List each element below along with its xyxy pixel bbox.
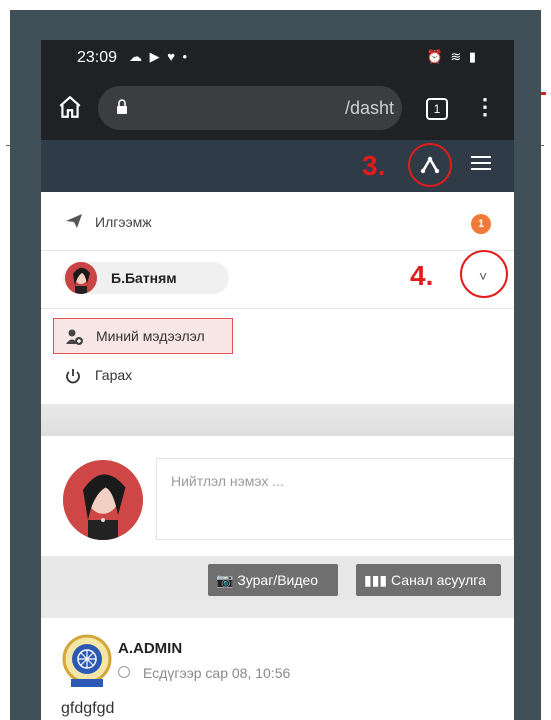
post-placeholder: Нийтлэл нэмэх ... xyxy=(171,473,284,489)
lock-icon xyxy=(117,99,127,114)
menu-item-profile[interactable]: Миний мэдээлэл xyxy=(41,318,514,354)
composer-actions: 📷 Зураг/Видео ▮▮▮ Санал асуулга xyxy=(41,556,514,600)
phone-screen: 23:09 ☁ ▶ ♥ • ⏰ ≋ ▮ /dasht 1 ⋮ 3. Илгээм… xyxy=(41,40,514,720)
messages-label: Илгээмж xyxy=(95,214,152,230)
status-time: 23:09 xyxy=(77,49,118,66)
user-plus-icon xyxy=(66,329,83,345)
profile-highlight: Миний мэдээлэл xyxy=(53,318,233,354)
home-icon[interactable] xyxy=(57,94,83,120)
camera-icon: 📷 xyxy=(216,572,238,588)
feed-post: A.ADMIN Есдүгээр сар 08, 10:56 gfdgfgd xyxy=(41,618,514,720)
paper-plane-icon xyxy=(66,214,82,228)
poll-label: Санал асуулга xyxy=(391,572,486,588)
app-header: 3. xyxy=(41,140,514,192)
step-4-annotation: 4. xyxy=(410,260,434,291)
browser-toolbar: /dasht 1 ⋮ xyxy=(41,76,514,140)
user-name: Б.Батням xyxy=(111,270,177,286)
section-gap xyxy=(41,600,514,620)
avatar xyxy=(63,460,143,540)
bar-chart-icon: ▮▮▮ xyxy=(364,572,392,588)
power-icon xyxy=(66,369,80,384)
system-icons: ⏰ ≋ ▮ xyxy=(426,49,478,64)
status-bar: 23:09 ☁ ▶ ♥ • ⏰ ≋ ▮ xyxy=(41,40,514,76)
url-text: /dasht xyxy=(344,98,394,118)
address-bar[interactable]: /dasht xyxy=(98,86,402,130)
avatar xyxy=(65,262,97,294)
chevron-down-icon: ˅ xyxy=(479,268,488,284)
post-input[interactable]: Нийтлэл нэмэх ... xyxy=(156,458,514,540)
notification-icons: ☁ ▶ ♥ • xyxy=(129,49,190,64)
organization-logo xyxy=(62,634,112,687)
post-author[interactable]: A.ADMIN xyxy=(118,640,182,657)
post-time: Есдүгээр сар 08, 10:56 xyxy=(143,665,291,681)
hamburger-menu-icon[interactable] xyxy=(471,156,491,174)
messages-count-badge: 1 xyxy=(471,214,491,234)
post-content: gfdgfgd xyxy=(61,700,115,717)
profile-label: Миний мэдээлэл xyxy=(96,328,205,344)
browser-menu-icon[interactable]: ⋮ xyxy=(474,96,496,118)
collapse-icon[interactable] xyxy=(419,154,441,176)
user-row: Б.Батням 4. xyxy=(41,252,514,308)
photo-video-label: Зураг/Видео xyxy=(237,572,319,588)
tabs-button[interactable]: 1 xyxy=(426,98,448,120)
user-dropdown-menu: Илгээмж 1 Б.Батням 4. ˅ Миний мэдээлэл Г… xyxy=(41,192,514,404)
step-3-annotation: 3. xyxy=(362,150,386,181)
divider xyxy=(41,250,514,251)
logout-label: Гарах xyxy=(95,367,133,383)
poll-button[interactable]: ▮▮▮ Санал асуулга xyxy=(356,564,501,596)
menu-item-messages[interactable]: Илгээмж 1 xyxy=(41,202,514,246)
photo-video-button[interactable]: 📷 Зураг/Видео xyxy=(208,564,338,596)
menu-item-logout[interactable]: Гарах xyxy=(41,362,514,392)
user-chip[interactable]: Б.Батням xyxy=(63,262,229,294)
screenshot-canvas: 23:09 ☁ ▶ ♥ • ⏰ ≋ ▮ /dasht 1 ⋮ 3. Илгээм… xyxy=(0,0,551,720)
section-gap xyxy=(41,404,514,436)
divider xyxy=(41,308,514,309)
clock-icon xyxy=(118,666,130,678)
